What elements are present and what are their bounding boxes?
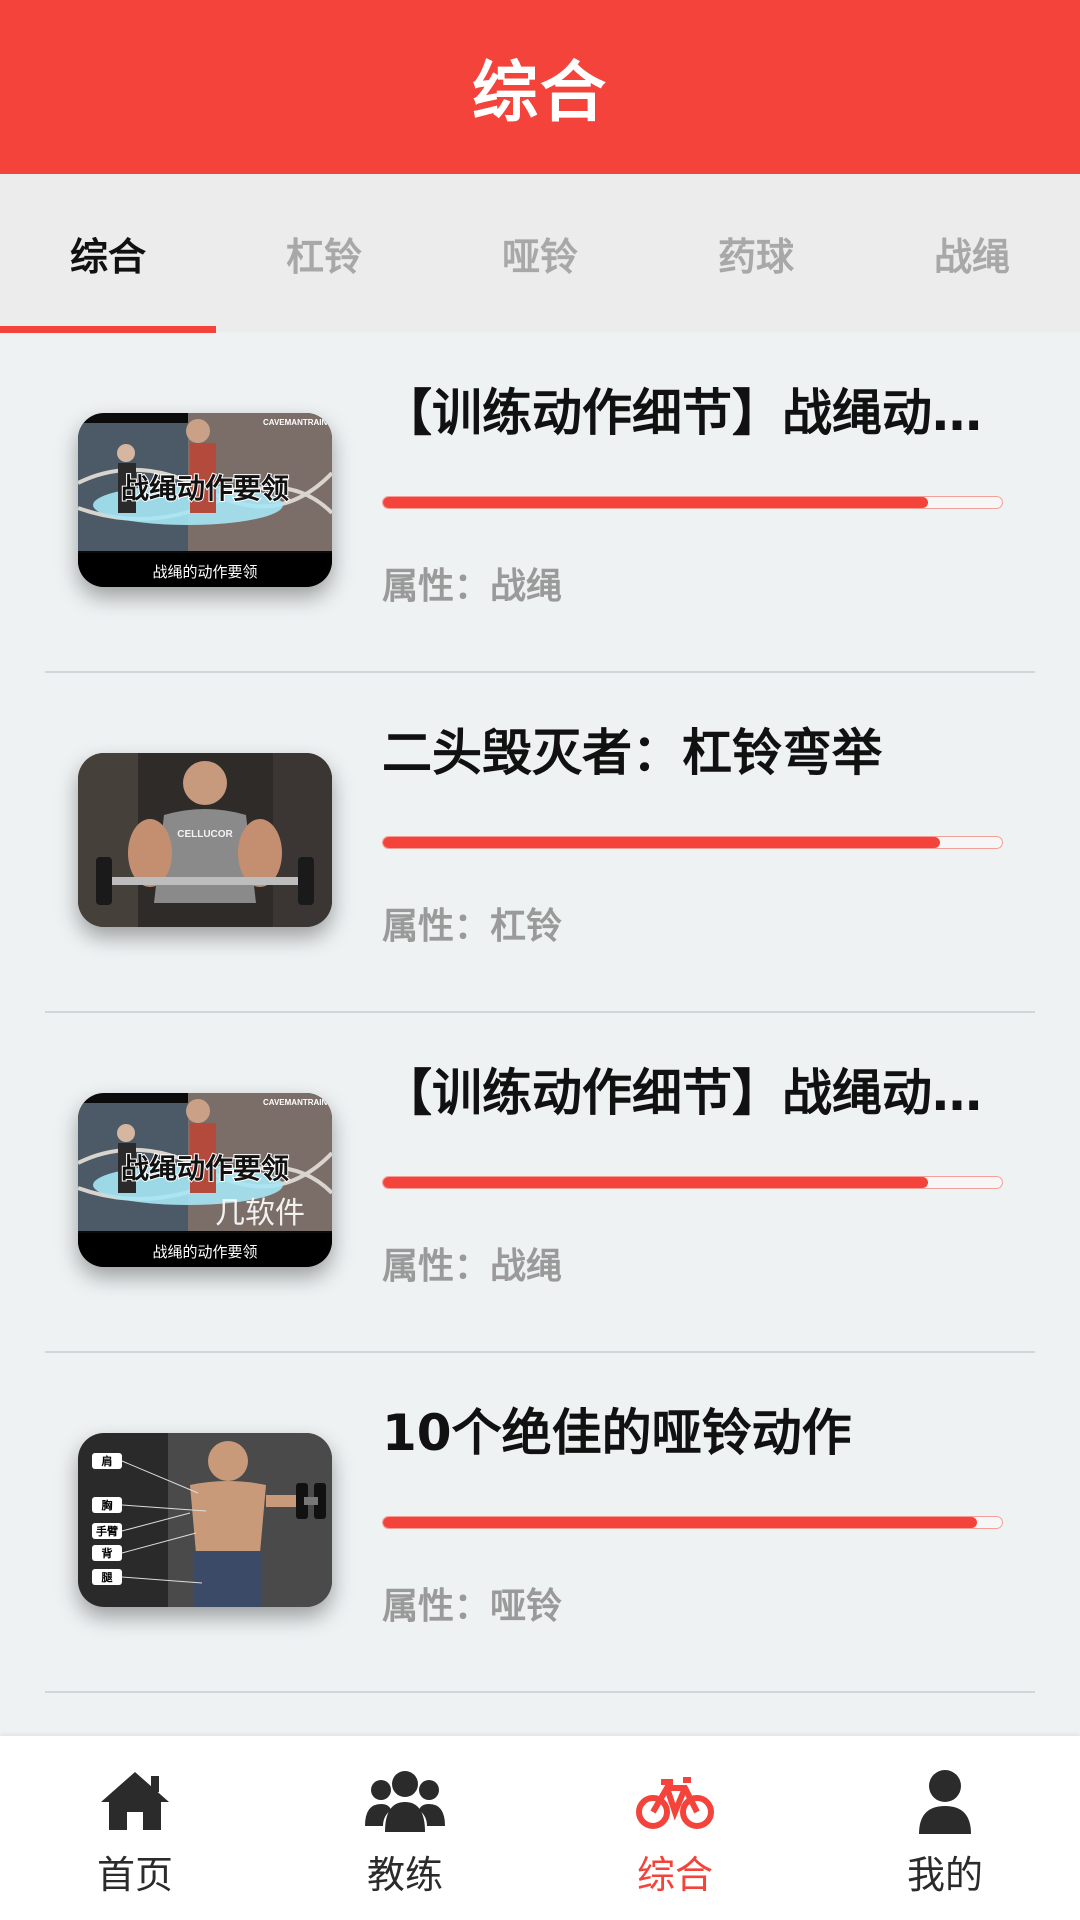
active-tab-indicator bbox=[0, 326, 216, 333]
thumb-label: 腿 bbox=[102, 1571, 114, 1584]
item-title: 【训练动作细节】战绳动... bbox=[382, 384, 982, 442]
item-title: 二头毁灭者：杠铃弯举 bbox=[382, 724, 882, 782]
video-thumbnail[interactable]: CELLUCOR bbox=[78, 753, 332, 927]
progress-bar bbox=[382, 496, 1003, 509]
video-thumbnail[interactable]: 肩 胸 手臂 背 腿 bbox=[78, 1433, 332, 1607]
thumb-subcaption: 战绳的动作要领 bbox=[152, 563, 257, 581]
nav-label: 综合 bbox=[636, 1853, 713, 1897]
tab-barbell[interactable]: 杠铃 bbox=[216, 174, 432, 332]
item-attribute: 属性：杠铃 bbox=[382, 906, 563, 947]
progress-fill bbox=[383, 1517, 978, 1528]
thumb-brand: CELLUCOR bbox=[177, 829, 233, 840]
nav-label: 教练 bbox=[366, 1853, 443, 1897]
thumb-caption: 战绳动作要领 bbox=[121, 472, 289, 505]
list-item[interactable]: CELLUCOR 二头毁灭者：杠铃弯举 属性：杠铃 bbox=[0, 673, 1080, 1013]
tab-battle-rope[interactable]: 战绳 bbox=[864, 174, 1080, 332]
app-header: 综合 bbox=[0, 0, 1080, 174]
progress-fill bbox=[383, 497, 928, 508]
workout-list: CAVEMANTRAINING 战绳动作要领 战绳的动作要领 【训练动作细节】战… bbox=[0, 333, 1080, 1693]
tab-medicine-ball[interactable]: 药球 bbox=[648, 174, 864, 332]
progress-bar bbox=[382, 836, 1003, 849]
nav-home[interactable]: 首页 bbox=[0, 1736, 270, 1920]
user-icon bbox=[919, 1770, 971, 1834]
nav-general[interactable]: 综合 bbox=[540, 1736, 810, 1920]
video-thumbnail[interactable]: CAVEMANTRAINING 战绳动作要领 战绳的动作要领 bbox=[78, 1093, 332, 1267]
list-item[interactable]: CAVEMANTRAINING 战绳动作要领 战绳的动作要领 【训练动作细节】战… bbox=[0, 333, 1080, 673]
item-title: 10个绝佳的哑铃动作 bbox=[382, 1404, 852, 1462]
thumb-subcaption: 战绳的动作要领 bbox=[152, 1243, 257, 1261]
thumb-brand: CAVEMANTRAINING bbox=[263, 418, 332, 427]
users-icon bbox=[365, 1771, 445, 1832]
nav-coach[interactable]: 教练 bbox=[270, 1736, 540, 1920]
progress-fill bbox=[383, 1177, 928, 1188]
progress-bar bbox=[382, 1516, 1003, 1529]
watermark-text: 几软件 bbox=[215, 1196, 305, 1231]
divider bbox=[45, 1691, 1035, 1693]
video-thumbnail[interactable]: CAVEMANTRAINING 战绳动作要领 战绳的动作要领 bbox=[78, 413, 332, 587]
thumb-caption: 战绳动作要领 bbox=[121, 1152, 289, 1185]
list-item[interactable]: 肩 胸 手臂 背 腿 10个绝佳的哑铃动作 属性：哑铃 bbox=[0, 1353, 1080, 1693]
tab-dumbbell[interactable]: 哑铃 bbox=[432, 174, 648, 332]
page-title: 综合 bbox=[472, 54, 608, 131]
progress-fill bbox=[383, 837, 941, 848]
item-title: 【训练动作细节】战绳动... bbox=[382, 1064, 982, 1122]
nav-label: 首页 bbox=[96, 1853, 173, 1897]
bicycle-icon bbox=[636, 1777, 714, 1829]
thumb-brand: CAVEMANTRAINING bbox=[263, 1098, 332, 1107]
item-attribute: 属性：哑铃 bbox=[382, 1586, 563, 1627]
thumb-label: 胸 bbox=[102, 1498, 113, 1512]
item-attribute: 属性：战绳 bbox=[382, 1246, 563, 1287]
tab-all[interactable]: 综合 bbox=[0, 174, 216, 332]
thumb-label: 手臂 bbox=[96, 1524, 118, 1538]
thumb-label: 背 bbox=[102, 1546, 113, 1560]
thumb-label: 肩 bbox=[102, 1454, 113, 1468]
category-tabbar: 综合 杠铃 哑铃 药球 战绳 bbox=[0, 174, 1080, 332]
home-icon bbox=[101, 1772, 169, 1830]
nav-mine[interactable]: 我的 bbox=[810, 1736, 1080, 1920]
item-attribute: 属性：战绳 bbox=[382, 566, 563, 607]
progress-bar bbox=[382, 1176, 1003, 1189]
bottom-navigation: 首页 教练 综合 我的 bbox=[0, 1736, 1080, 1920]
list-item[interactable]: CAVEMANTRAINING 战绳动作要领 战绳的动作要领 【训练动作细节】战… bbox=[0, 1013, 1080, 1353]
nav-label: 我的 bbox=[906, 1853, 983, 1897]
